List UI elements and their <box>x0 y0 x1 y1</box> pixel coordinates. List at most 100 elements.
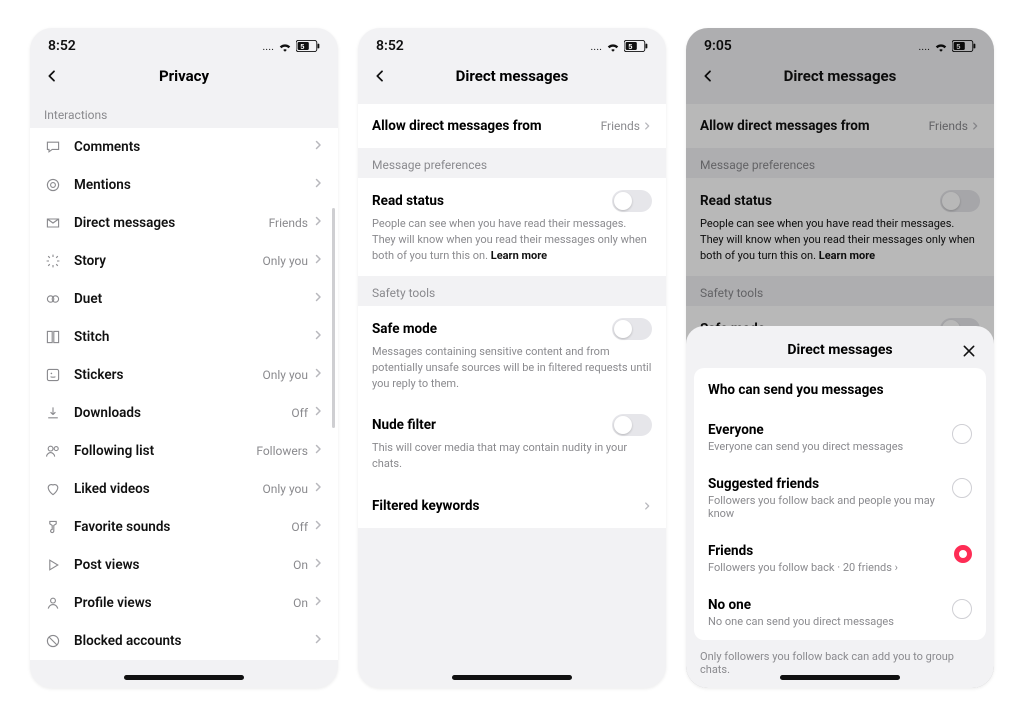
row-value: Off <box>291 520 308 534</box>
read-status-label: Read status <box>372 193 444 209</box>
learn-more-link[interactable]: Learn more <box>491 249 547 262</box>
cellular-dots: .... <box>262 40 274 53</box>
radio-suggested[interactable] <box>952 478 972 498</box>
privacy-row-duet[interactable]: Duet <box>30 280 338 318</box>
liked-icon <box>44 480 62 498</box>
dm-options-sheet: Direct messages Who can send you message… <box>686 326 994 688</box>
favsounds-icon <box>44 518 62 536</box>
nude-filter-desc: This will cover media that may contain n… <box>372 440 652 472</box>
duet-icon <box>44 290 62 308</box>
home-indicator[interactable] <box>124 675 244 680</box>
privacy-row-following[interactable]: Following listFollowers <box>30 432 338 470</box>
row-label: Post views <box>74 557 293 573</box>
postviews-icon <box>44 556 62 574</box>
back-button[interactable] <box>40 64 64 88</box>
home-indicator[interactable] <box>452 675 572 680</box>
privacy-row-stickers[interactable]: StickersOnly you <box>30 356 338 394</box>
back-button[interactable] <box>368 64 392 88</box>
row-label: Liked videos <box>74 481 262 497</box>
option-desc: No one can send you direct messages <box>708 615 894 628</box>
privacy-row-downloads[interactable]: DownloadsOff <box>30 394 338 432</box>
navbar: Direct messages <box>358 58 666 98</box>
row-label: Downloads <box>74 405 291 421</box>
privacy-row-liked[interactable]: Liked videosOnly you <box>30 470 338 508</box>
svg-text:5: 5 <box>628 42 632 51</box>
section-msg-pref: Message preferences <box>358 148 666 178</box>
row-value: Only you <box>262 368 308 382</box>
chevron-left-icon <box>372 68 388 84</box>
row-value: On <box>293 558 308 572</box>
row-label: Comments <box>74 139 312 155</box>
option-title: Everyone <box>708 422 903 438</box>
page-title: Direct messages <box>392 67 632 85</box>
row-value: Off <box>291 406 308 420</box>
privacy-row-dm[interactable]: Direct messagesFriends <box>30 204 338 242</box>
chevron-right-icon <box>312 633 324 649</box>
row-label: Profile views <box>74 595 293 611</box>
phone-direct-messages: 8:52 .... 5 Direct messages Allow direct… <box>358 28 666 688</box>
wifi-icon <box>278 41 292 52</box>
privacy-row-stitch[interactable]: Stitch <box>30 318 338 356</box>
scrollbar[interactable] <box>332 208 335 428</box>
nude-filter-label: Nude filter <box>372 417 436 433</box>
option-friends[interactable]: FriendsFollowers you follow back · 20 fr… <box>694 532 986 586</box>
row-label: Story <box>74 253 262 269</box>
chevron-right-icon <box>312 557 324 573</box>
row-label: Duet <box>74 291 312 307</box>
home-indicator[interactable] <box>780 675 900 680</box>
row-value: Only you <box>262 482 308 496</box>
option-desc: Everyone can send you direct messages <box>708 440 903 453</box>
downloads-icon <box>44 404 62 422</box>
close-icon <box>961 343 977 359</box>
privacy-row-blocked[interactable]: Blocked accounts <box>30 622 338 660</box>
allow-dm-row[interactable]: Allow direct messages from Friends <box>358 104 666 148</box>
nude-filter-block: Nude filter This will cover media that m… <box>358 404 666 484</box>
radio-friends[interactable] <box>954 545 972 563</box>
read-status-block: Read status People can see when you have… <box>358 178 666 276</box>
row-label: Mentions <box>74 177 312 193</box>
dm-icon <box>44 214 62 232</box>
status-bar: 8:52 .... 5 <box>30 28 338 58</box>
radio-everyone[interactable] <box>952 424 972 444</box>
chevron-left-icon <box>44 68 60 84</box>
radio-noone[interactable] <box>952 599 972 619</box>
option-noone[interactable]: No oneNo one can send you direct message… <box>694 586 986 640</box>
chevron-right-icon <box>312 253 324 269</box>
privacy-row-profileviews[interactable]: Profile viewsOn <box>30 584 338 622</box>
svg-text:5: 5 <box>300 42 304 51</box>
chevron-right-icon <box>312 443 324 459</box>
safe-mode-block: Safe mode Messages containing sensitive … <box>358 306 666 404</box>
row-value: Only you <box>262 254 308 268</box>
allow-dm-value: Friends <box>601 119 640 133</box>
privacy-row-story[interactable]: StoryOnly you <box>30 242 338 280</box>
chevron-right-icon <box>312 519 324 535</box>
close-button[interactable] <box>958 340 980 362</box>
privacy-row-postviews[interactable]: Post viewsOn <box>30 546 338 584</box>
sheet-question: Who can send you messages <box>708 382 884 398</box>
read-status-toggle[interactable] <box>612 190 652 212</box>
filtered-keywords-row[interactable]: Filtered keywords <box>358 484 666 528</box>
status-time: 8:52 <box>376 38 404 54</box>
option-desc: Followers you follow back and people you… <box>708 494 942 520</box>
nude-filter-toggle[interactable] <box>612 414 652 436</box>
privacy-row-mentions[interactable]: Mentions <box>30 166 338 204</box>
chevron-right-icon <box>642 501 652 511</box>
chevron-right-icon <box>312 329 324 345</box>
privacy-row-favsounds[interactable]: Favorite soundsOff <box>30 508 338 546</box>
option-suggested[interactable]: Suggested friendsFollowers you follow ba… <box>694 465 986 532</box>
option-everyone[interactable]: Everyone Everyone can send you direct mes… <box>694 412 986 465</box>
chevron-right-icon <box>312 139 324 155</box>
chevron-right-icon <box>312 595 324 611</box>
privacy-row-comments[interactable]: Comments <box>30 128 338 166</box>
blocked-icon <box>44 632 62 650</box>
phone-dm-sheet: 9:05 .... 5 Direct messages Allow direct… <box>686 28 994 688</box>
safe-mode-label: Safe mode <box>372 321 437 337</box>
safe-mode-toggle[interactable] <box>612 318 652 340</box>
navbar: Privacy <box>30 58 338 98</box>
profileviews-icon <box>44 594 62 612</box>
row-label: Stickers <box>74 367 262 383</box>
allow-dm-label: Allow direct messages from <box>372 118 542 134</box>
options-card: Who can send you messages EveryoneEveryo… <box>694 368 986 640</box>
option-title: Friends <box>708 543 898 559</box>
row-label: Direct messages <box>74 215 269 231</box>
